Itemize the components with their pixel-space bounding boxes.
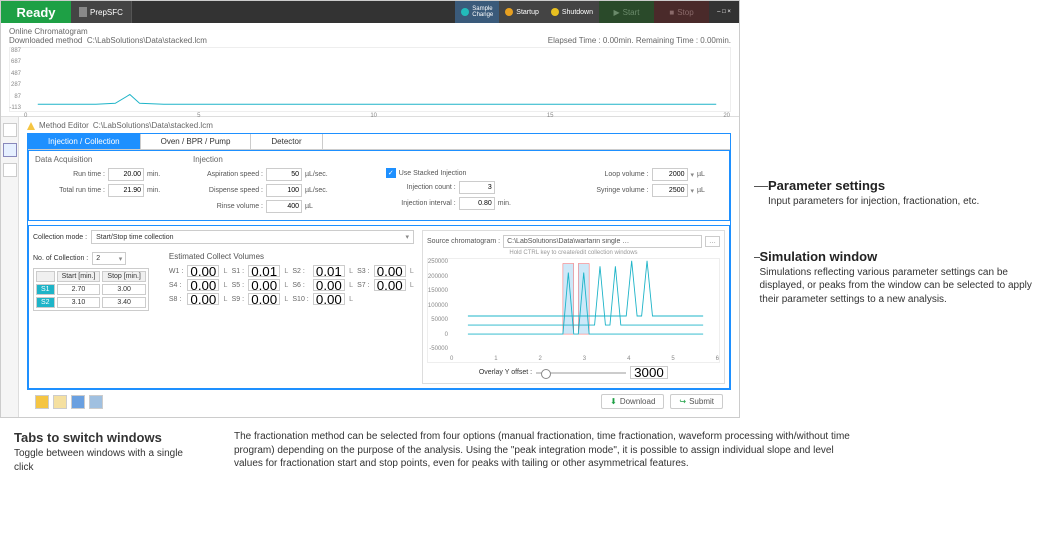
tab-injection-collection[interactable]: Injection / Collection [28, 134, 141, 149]
callout-text: Toggle between windows with a single cli… [14, 447, 194, 474]
sample-change-icon [461, 8, 469, 16]
chromatogram-plot[interactable]: 887687487 28787-113 0510 1520 [9, 47, 731, 112]
simulation-plot[interactable]: 250000200000150000 100000500000-50000 01… [427, 258, 720, 363]
sample-change-button[interactable]: Sample Change [455, 1, 499, 23]
startup-button[interactable]: Startup [499, 1, 545, 23]
description-text: The fractionation method can be selected… [234, 430, 854, 471]
ecv-value-input[interactable] [313, 265, 345, 277]
panel-title: Online Chromatogram [9, 27, 88, 36]
ecv-title: Estimated Collect Volumes [169, 252, 414, 261]
stop-button[interactable]: ■ Stop [654, 1, 709, 23]
overlay-offset-input[interactable] [630, 366, 668, 379]
syringe-volume-input[interactable] [652, 184, 688, 197]
toolbar-icon-4[interactable] [89, 395, 103, 409]
method-editor-title: Method Editor [39, 121, 89, 130]
toolbar-icon-3[interactable] [71, 395, 85, 409]
group-title: Data Acquisition [35, 155, 173, 164]
status-ready: Ready [1, 1, 71, 23]
use-stacked-checkbox[interactable]: ✓ [386, 168, 396, 178]
group-title: Injection [193, 155, 366, 164]
tab-oven-bpr-pump[interactable]: Oven / BPR / Pump [141, 134, 252, 149]
ecv-value-input[interactable] [374, 279, 406, 291]
collection-mode-select[interactable]: Start/Stop time collection▾ [91, 230, 414, 244]
flask-icon [79, 7, 87, 17]
method-editor-icon [27, 122, 35, 130]
ecv-value-input[interactable] [313, 279, 345, 291]
ecv-value-input[interactable] [187, 293, 219, 305]
ecv-value-input[interactable] [248, 265, 280, 277]
ecv-value-input[interactable] [248, 279, 280, 291]
run-time-input[interactable] [108, 168, 144, 181]
collection-table: Start [min.]Stop [min.] S12.703.00 S23.1… [33, 268, 149, 311]
shutdown-button[interactable]: Shutdown [545, 1, 599, 23]
rinse-volume-input[interactable] [266, 200, 302, 213]
start-button[interactable]: ▶ Start [599, 1, 654, 23]
callout-title: Parameter settings [768, 178, 979, 193]
ecv-value-input[interactable] [374, 265, 406, 277]
x-axis: 0510 1520 [24, 113, 730, 119]
no-of-collection-select[interactable]: 2▾ [92, 252, 126, 265]
source-chromatogram-select[interactable]: C:\LabSolutions\Data\warfarin single … [503, 235, 702, 248]
side-tab-1[interactable] [3, 123, 17, 137]
ecv-grid: W1 :LS1 :LS2 :LS3 :LS4 :LS5 :LS6 :LS7 :L… [169, 265, 414, 305]
module-tab-prepsfc[interactable]: PrepSFC [71, 1, 132, 23]
table-row[interactable]: S23.103.40 [36, 297, 146, 308]
submit-icon: ↪ [679, 397, 686, 406]
side-tab-3[interactable] [3, 163, 17, 177]
sun-icon [505, 8, 513, 16]
ecv-value-input[interactable] [248, 293, 280, 305]
side-tab-2[interactable] [3, 143, 17, 157]
title-bar: Ready PrepSFC Sample Change Startup Shut… [1, 1, 739, 23]
submit-button[interactable]: ↪ Submit [670, 394, 723, 409]
editor-tabs: Injection / Collection Oven / BPR / Pump… [28, 134, 730, 150]
online-chromatogram-panel: Online Chromatogram Downloaded method C:… [1, 23, 739, 117]
injection-count-input[interactable] [459, 181, 495, 194]
overlay-offset-slider[interactable] [536, 372, 626, 374]
tab-detector[interactable]: Detector [251, 134, 322, 149]
dispense-speed-input[interactable] [266, 184, 302, 197]
ecv-value-input[interactable] [313, 293, 345, 305]
callout-title: Tabs to switch windows [14, 430, 194, 445]
loop-volume-input[interactable] [652, 168, 688, 181]
y-axis: 887687487 28787-113 [7, 48, 21, 111]
parameter-panel: Data Acquisition Run time : min. Total r… [28, 150, 730, 221]
browse-button[interactable]: … [705, 236, 720, 247]
chevron-down-icon[interactable]: ▾ [691, 187, 695, 195]
simulation-panel: Source chromatogram : C:\LabSolutions\Da… [422, 230, 725, 384]
callout-text: Input parameters for injection, fraction… [768, 195, 979, 209]
stop-icon: ■ [669, 8, 674, 17]
method-path: C:\LabSolutions\Data\stacked.lcm [93, 121, 213, 130]
total-run-time-input[interactable] [108, 184, 144, 197]
toolbar-icon-2[interactable] [53, 395, 67, 409]
aspiration-speed-input[interactable] [266, 168, 302, 181]
window-controls[interactable]: – □ × [709, 1, 739, 23]
play-icon: ▶ [613, 8, 619, 17]
ecv-value-input[interactable] [187, 265, 219, 277]
download-icon: ⬇ [610, 397, 617, 406]
toolbar-icon-1[interactable] [35, 395, 49, 409]
injection-interval-input[interactable] [459, 197, 495, 210]
chevron-down-icon[interactable]: ▾ [691, 171, 695, 179]
side-tab-bar [1, 117, 19, 417]
callout-text: Simulations reflecting various parameter… [760, 266, 1040, 307]
moon-icon [551, 8, 559, 16]
download-button[interactable]: ⬇ Download [601, 394, 664, 409]
table-row[interactable]: S12.703.00 [36, 284, 146, 295]
app-window: Ready PrepSFC Sample Change Startup Shut… [0, 0, 740, 418]
ecv-value-input[interactable] [187, 279, 219, 291]
callout-title: Simulation window [760, 249, 1040, 264]
elapsed-text: Elapsed Time : 0.00min. Remaining Time :… [548, 36, 731, 45]
